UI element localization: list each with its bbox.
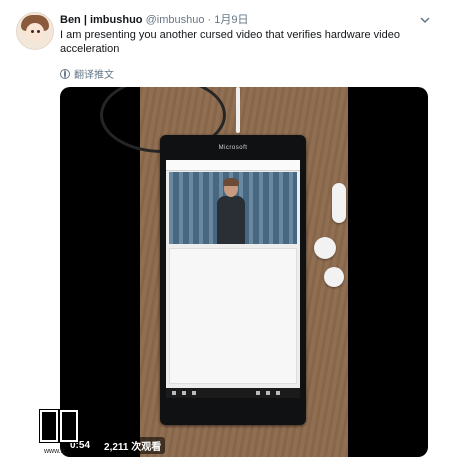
taskbar-icon: [276, 391, 280, 395]
embedded-video: [169, 172, 297, 244]
translate-label: 翻译推文: [74, 70, 114, 81]
avatar-face: [26, 23, 44, 41]
watermark-text: www.it...: [44, 448, 71, 455]
charging-cable: [236, 87, 240, 133]
watermark-logo: [40, 410, 58, 442]
singer: [217, 196, 245, 244]
phone-brand: Microsoft: [218, 145, 248, 151]
avatar-eye: [37, 30, 40, 33]
tweet-text: I am presenting you another cursed video…: [60, 29, 400, 55]
chevron-down-icon[interactable]: [420, 16, 430, 24]
tweet-header: Ben | imbushuo @imbushuo · 1月9日: [60, 13, 249, 27]
tweet-date[interactable]: 1月9日: [214, 14, 248, 26]
taskbar-icon: [256, 391, 260, 395]
phone-screen: [166, 160, 300, 398]
view-count: 2,211 次观看: [100, 436, 166, 454]
watermark-logo: [60, 410, 78, 442]
earbud: [324, 267, 344, 287]
taskbar-icon: [266, 391, 270, 395]
avatar[interactable]: [16, 12, 54, 50]
video-scene: Microsoft: [100, 87, 348, 457]
browser-address-bar: [166, 160, 300, 171]
taskbar-icon: [182, 391, 186, 395]
globe-icon: [60, 68, 70, 79]
video-player[interactable]: Microsoft 0:54 2,211 次观看: [60, 87, 428, 457]
earbud-case: [332, 183, 346, 223]
avatar-eye: [31, 30, 34, 33]
earbud: [314, 237, 336, 259]
phone-taskbar: [166, 388, 300, 398]
singer-hair: [223, 178, 239, 186]
browser-page: [169, 248, 297, 384]
separator: ·: [207, 14, 212, 26]
author-handle[interactable]: @imbushuo: [146, 14, 205, 26]
video-overlay: 0:54 2,211 次观看: [60, 433, 428, 457]
author-name[interactable]: Ben | imbushuo: [60, 14, 143, 26]
start-icon: [172, 391, 176, 395]
taskbar-icon: [192, 391, 196, 395]
phone: Microsoft: [160, 135, 306, 425]
translate-link[interactable]: 翻译推文: [60, 66, 114, 81]
